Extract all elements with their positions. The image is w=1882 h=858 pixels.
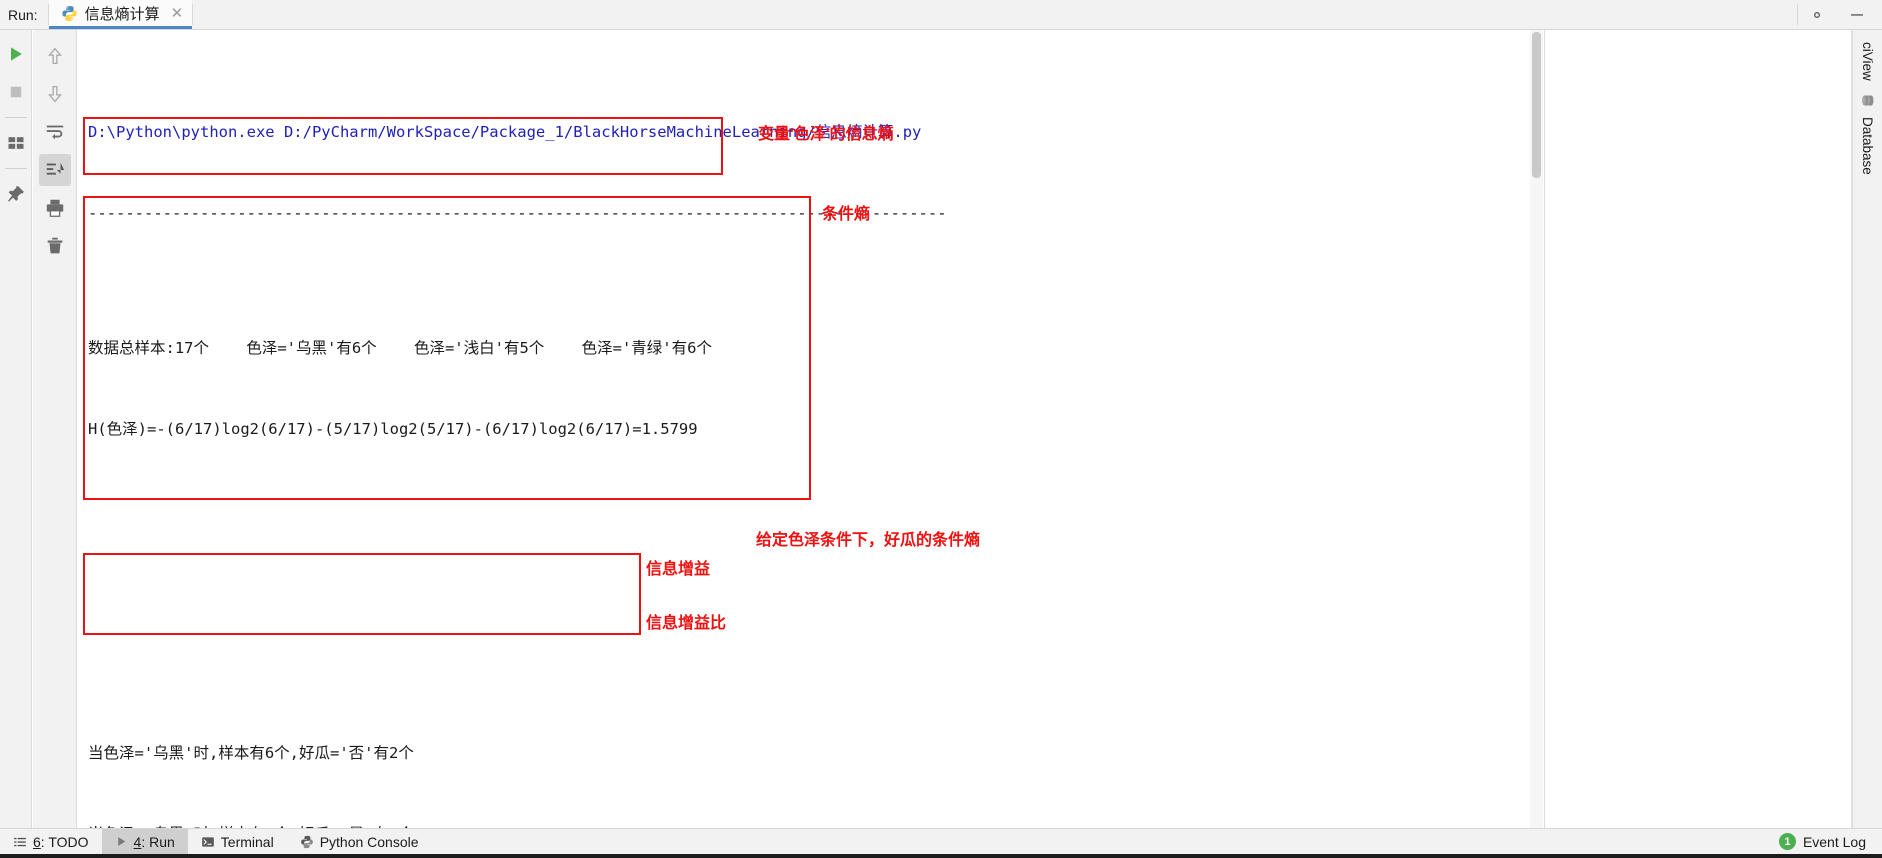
annotation-label-conditional: 条件熵 <box>822 206 871 223</box>
toolbar-right-group <box>1798 0 1882 29</box>
arrow-down-icon <box>47 86 62 103</box>
close-icon[interactable]: ✕ <box>167 6 184 21</box>
arrow-up-icon <box>47 47 62 64</box>
soft-wrap-icon <box>46 125 63 140</box>
statusbar-run[interactable]: 4: Run <box>101 829 188 854</box>
up-the-stack-button[interactable] <box>39 40 71 72</box>
right-tool-window-bar: ciView Database <box>1852 30 1882 828</box>
database-icon <box>1862 95 1874 106</box>
play-triangle-icon <box>10 47 22 61</box>
entropy-counts-line: 数据总样本:17个 色泽='乌黑'有6个 色泽='浅白'有5个 色泽='青绿'有… <box>88 339 712 357</box>
console-scrollbar[interactable] <box>1530 30 1543 828</box>
annotation-label-gain-ratio: 信息增益比 <box>646 615 727 632</box>
sidebar-item-database[interactable]: Database <box>1860 87 1875 181</box>
statusbar-event-log[interactable]: 1 Event Log <box>1769 829 1882 854</box>
console-actions-toolbar <box>33 30 77 828</box>
right-panel-content <box>1545 30 1852 828</box>
status-bar: 6: TODO 4: Run Terminal Python Console 1… <box>0 828 1882 854</box>
right-panel: ciView Database <box>1544 30 1882 828</box>
python-icon <box>61 5 77 21</box>
statusbar-python-console[interactable]: Python Console <box>287 829 432 854</box>
scroll-to-end-icon <box>46 162 64 175</box>
run-tab-strip: 信息熵计算 ✕ <box>48 0 193 29</box>
run-console-output[interactable]: D:\Python\python.exe D:/PyCharm/WorkSpac… <box>78 30 1543 828</box>
event-log-label: Event Log <box>1802 833 1866 850</box>
statusbar-run-label: : Run <box>141 833 175 850</box>
toolbar-divider-a2 <box>4 168 27 169</box>
run-actions-toolbar <box>0 30 32 828</box>
trash-icon <box>47 237 62 254</box>
play-triangle-icon <box>117 837 125 846</box>
run-tab-info-entropy[interactable]: 信息熵计算 ✕ <box>48 0 193 29</box>
statusbar-terminal-label: Terminal <box>220 833 274 850</box>
pin-tab-button[interactable] <box>0 178 32 210</box>
statusbar-python-console-label: Python Console <box>319 833 419 850</box>
printer-icon <box>46 199 63 217</box>
stop-button[interactable] <box>0 76 32 108</box>
terminal-icon <box>201 836 214 847</box>
soft-wrap-button[interactable] <box>39 116 71 148</box>
stop-square-icon <box>10 86 21 98</box>
statusbar-terminal[interactable]: Terminal <box>188 829 287 854</box>
statusbar-todo-num: 6 <box>33 833 41 850</box>
window-bottom-edge <box>0 854 1882 858</box>
grid-icon <box>8 137 23 149</box>
run-tab-label: 信息熵计算 <box>84 5 160 23</box>
console-text: D:\Python\python.exe D:/PyCharm/WorkSpac… <box>78 30 1543 828</box>
python-icon <box>300 835 313 848</box>
clear-all-button[interactable] <box>39 230 71 262</box>
run-toolbar: Run: 信息熵计算 ✕ <box>0 0 1882 30</box>
console-separator-top: ----------------------------------------… <box>88 204 947 222</box>
pin-icon <box>7 186 24 202</box>
event-log-badge: 1 <box>1778 833 1796 850</box>
console-scrollbar-thumb[interactable] <box>1532 32 1541 178</box>
sidebar-item-sciview[interactable]: ciView <box>1860 36 1875 87</box>
statusbar-spacer <box>432 829 1769 854</box>
cond-g1-line2: 当色泽='乌黑'时,样本有6个,好瓜='是'有4个 <box>88 821 1543 828</box>
annotation-label-conditional-total: 给定色泽条件下，好瓜的条件熵 <box>756 532 981 549</box>
annotation-label-entropy: 变量'色泽'的信息熵 <box>758 126 894 143</box>
run-label: Run: <box>8 6 38 23</box>
toolbar-divider-a1 <box>4 117 27 118</box>
list-icon <box>14 837 26 846</box>
statusbar-todo-label: : TODO <box>40 833 89 850</box>
rerun-button[interactable] <box>0 38 32 70</box>
gear-icon[interactable] <box>1808 6 1826 24</box>
database-tab-label: Database <box>1860 116 1875 175</box>
pycharm-run-window: Run: 信息熵计算 ✕ D:\Python\python.exe D:/PyC… <box>0 0 1882 858</box>
scroll-to-end-button[interactable] <box>38 154 71 186</box>
restore-layout-button[interactable] <box>0 127 32 159</box>
down-the-stack-button[interactable] <box>39 78 71 110</box>
sciview-tab-label: ciView <box>1860 42 1875 81</box>
minimize-icon[interactable] <box>1848 6 1866 24</box>
annotation-label-gain: 信息增益 <box>646 561 711 578</box>
entropy-formula-line: H(色泽)=-(6/17)log2(6/17)-(5/17)log2(5/17)… <box>88 420 698 438</box>
statusbar-todo[interactable]: 6: TODO <box>0 829 102 854</box>
print-button[interactable] <box>39 192 71 224</box>
cond-g1-line1: 当色泽='乌黑'时,样本有6个,好瓜='否'有2个 <box>88 744 414 762</box>
